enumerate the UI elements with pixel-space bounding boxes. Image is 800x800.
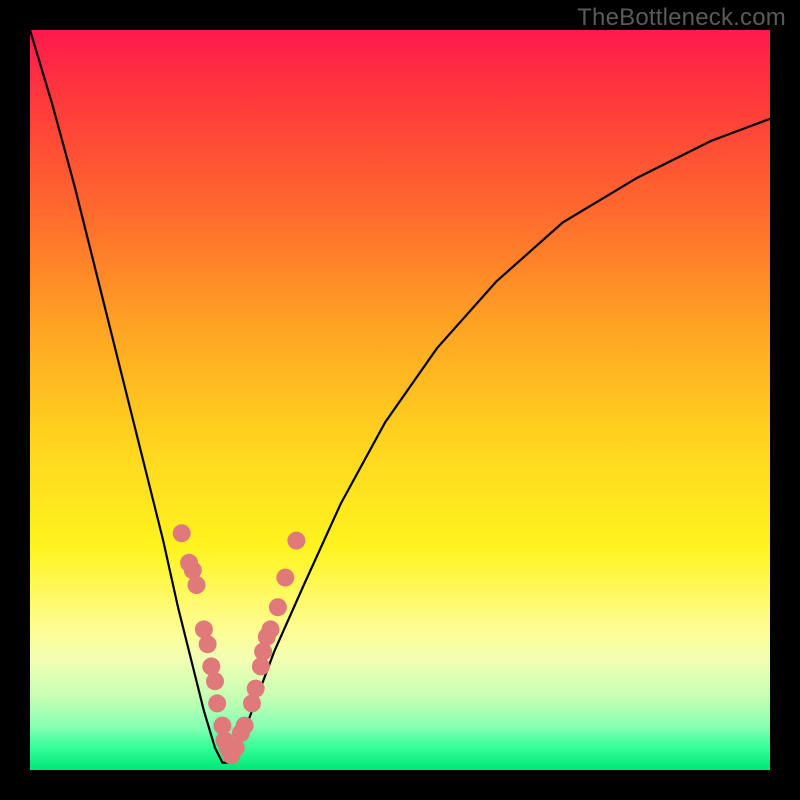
data-point — [269, 598, 287, 616]
bottleneck-curve — [30, 30, 770, 763]
data-point — [276, 569, 294, 587]
data-point — [199, 635, 217, 653]
data-point — [262, 620, 280, 638]
data-point — [287, 532, 305, 550]
data-point — [236, 717, 254, 735]
data-point — [173, 524, 191, 542]
data-point — [247, 680, 265, 698]
data-point — [206, 672, 224, 690]
chart-frame: TheBottleneck.com — [0, 0, 800, 800]
data-point — [208, 694, 226, 712]
data-points-group — [173, 524, 306, 764]
chart-svg — [30, 30, 770, 770]
watermark-text: TheBottleneck.com — [577, 4, 786, 32]
data-point — [188, 576, 206, 594]
